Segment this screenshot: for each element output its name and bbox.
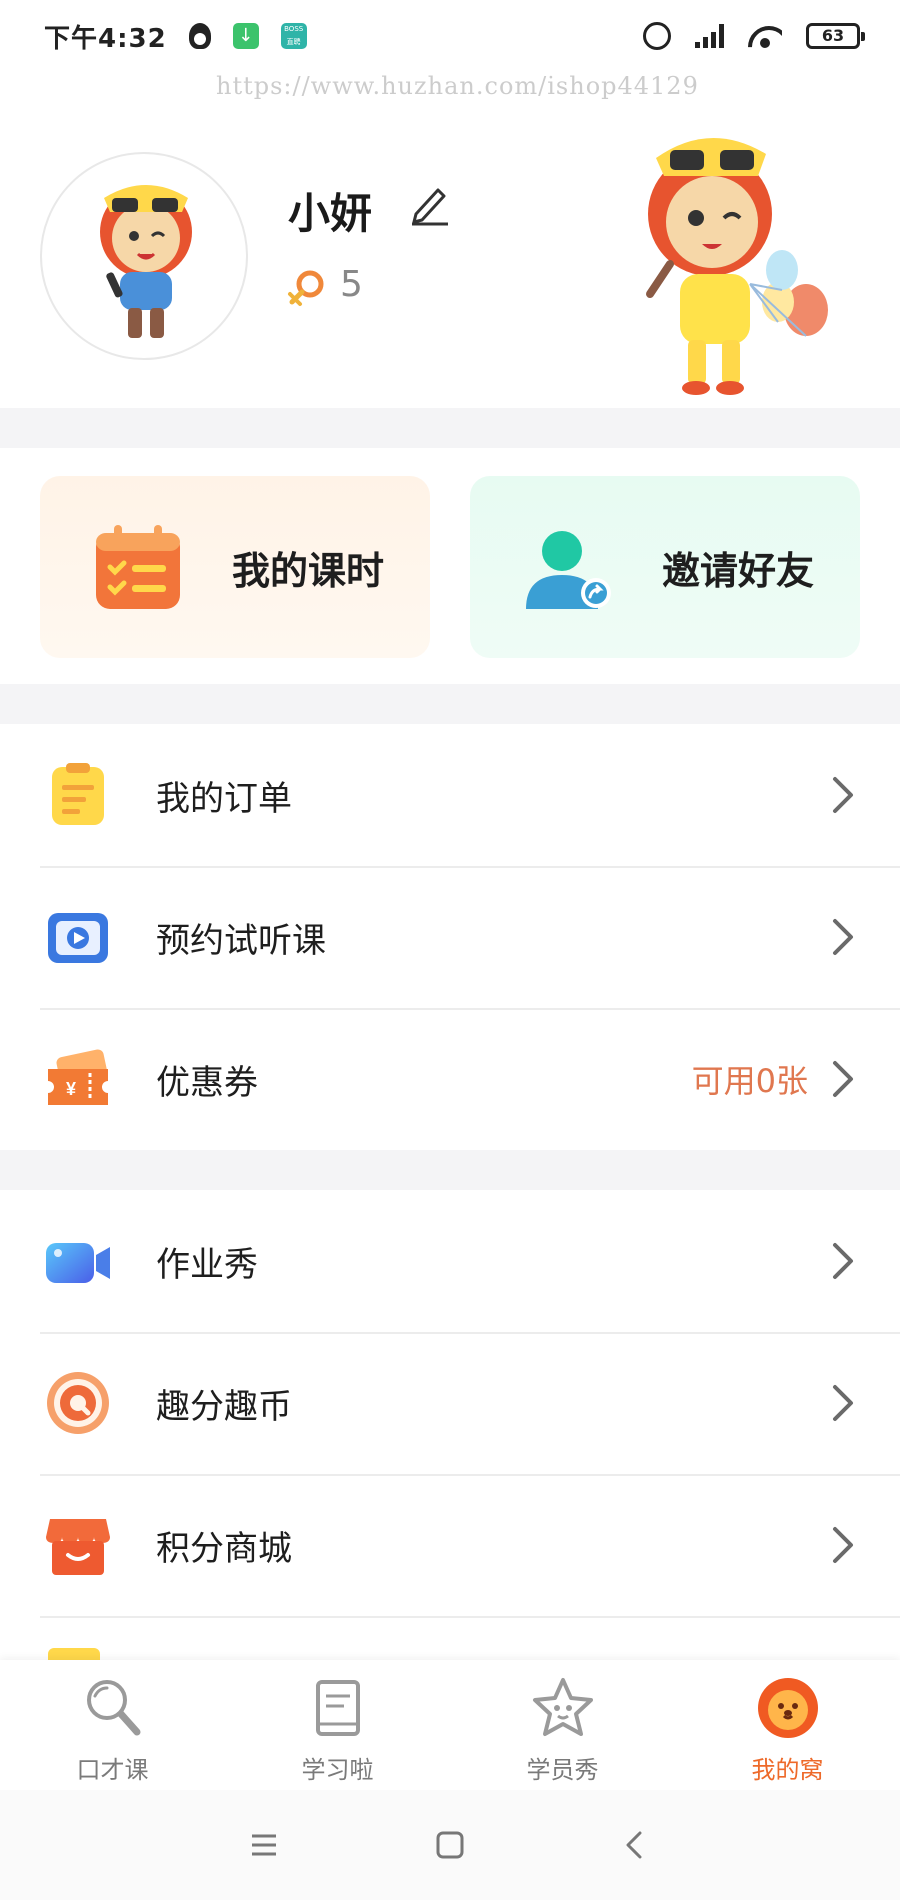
list-item-coupons[interactable]: ¥ 优惠券 可用0张	[0, 1008, 900, 1150]
menu-icon[interactable]	[246, 1827, 282, 1863]
watermark: https://www.huzhan.com/ishop44129	[216, 72, 699, 100]
chevron-right-icon	[833, 1385, 853, 1421]
tab-student-show[interactable]: 学员秀	[450, 1660, 675, 1790]
list-item-points-mall[interactable]: 积分商城	[0, 1474, 900, 1616]
qq-penguin-icon	[188, 23, 211, 49]
download-icon: ↓	[232, 23, 259, 49]
signal-icon	[695, 24, 724, 48]
list-item-homework-show[interactable]: 作业秀	[0, 1190, 900, 1332]
coupon-available-count: 可用0张	[691, 1062, 808, 1100]
lion-mascot-balloon-icon	[646, 137, 828, 395]
calendar-icon	[96, 525, 180, 609]
chevron-right-icon	[833, 1061, 853, 1097]
list-item-partial[interactable]	[0, 1616, 900, 1660]
list-item-label: 趣分趣币	[156, 1386, 292, 1427]
profile-header: 小妍 5	[0, 72, 900, 408]
list-item-label: 预约试听课	[156, 920, 326, 961]
tab-label: 学员秀	[526, 1756, 599, 1784]
invite-friends-button[interactable]: 邀请好友	[470, 476, 860, 658]
menu-group-activities: 作业秀 趣分趣币 积分商城	[0, 1190, 900, 1660]
menu-group-orders: 我的订单 预约试听课 ¥ 优惠券 可用0张	[0, 724, 900, 1150]
avatar[interactable]	[40, 152, 248, 360]
list-item-label: 作业秀	[156, 1244, 258, 1285]
my-course-hours-button[interactable]: 我的课时	[40, 476, 430, 658]
list-item-trial-class[interactable]: 预约试听课	[0, 866, 900, 1008]
lion-face-icon	[757, 1678, 818, 1738]
list-item-fun-coins[interactable]: 趣分趣币	[0, 1332, 900, 1474]
edit-pencil-icon[interactable]	[408, 180, 450, 226]
camera-icon	[46, 1243, 110, 1283]
status-left: 下午4:32 ↓ BOSS 直聘	[44, 18, 307, 55]
shop-icon	[46, 1519, 110, 1575]
alarm-icon	[643, 22, 671, 50]
chevron-right-icon	[833, 919, 853, 955]
home-icon[interactable]	[432, 1827, 468, 1863]
list-item-label: 优惠券	[156, 1062, 258, 1103]
clipboard-icon	[52, 763, 104, 825]
user-name: 小妍	[288, 189, 373, 238]
tab-study[interactable]: 学习啦	[225, 1660, 450, 1790]
chevron-right-icon	[833, 1243, 853, 1279]
coupon-icon: ¥	[48, 1049, 108, 1105]
status-bar: 下午4:32 ↓ BOSS 直聘 63	[0, 0, 900, 72]
chevron-right-icon	[833, 777, 853, 813]
video-play-icon	[48, 913, 108, 963]
quick-actions: 我的课时 邀请好友	[0, 448, 900, 684]
my-course-hours-label: 我的课时	[232, 548, 385, 593]
invite-friend-icon	[526, 531, 611, 609]
partial-item-icon	[48, 1648, 100, 1660]
battery-icon: 63	[806, 23, 865, 49]
invite-friends-label: 邀请好友	[662, 548, 815, 593]
tab-speech-course[interactable]: 口才课	[0, 1660, 225, 1790]
boss-app-icon: BOSS 直聘	[280, 23, 307, 49]
female-gender-icon	[288, 270, 324, 306]
tab-label: 口才课	[76, 1756, 149, 1784]
list-item-label: 积分商城	[156, 1528, 292, 1569]
wifi-icon	[748, 24, 782, 48]
bottom-tab-bar: 口才课 学习啦 学员秀 我的窝	[0, 1660, 900, 1790]
user-level: 5	[340, 264, 363, 305]
magnifier-mic-icon	[86, 1680, 140, 1736]
tab-label: 学习啦	[301, 1756, 374, 1784]
book-icon	[315, 1680, 360, 1736]
back-icon[interactable]	[618, 1827, 654, 1863]
coin-icon	[47, 1372, 109, 1434]
chevron-right-icon	[833, 1527, 853, 1563]
status-right: 63	[643, 22, 865, 50]
tab-my-den[interactable]: 我的窝	[675, 1660, 900, 1790]
tab-label: 我的窝	[751, 1756, 824, 1784]
list-item-label: 我的订单	[156, 778, 292, 819]
list-item-my-orders[interactable]: 我的订单	[0, 724, 900, 866]
star-face-icon	[532, 1678, 593, 1736]
system-nav-bar	[0, 1790, 900, 1900]
svg-text:¥: ¥	[66, 1079, 76, 1099]
status-time: 下午4:32	[44, 23, 167, 54]
lion-mascot-avatar-icon	[100, 185, 192, 338]
